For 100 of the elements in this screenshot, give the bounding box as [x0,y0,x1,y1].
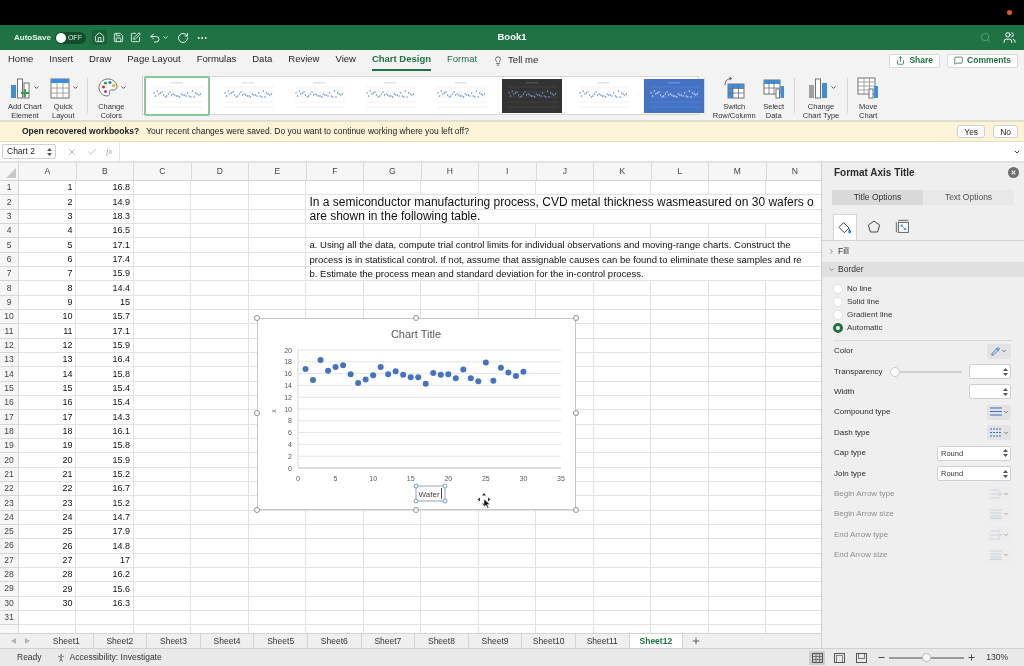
table-cell-text: 27 [61,553,74,567]
close-icon[interactable] [1008,166,1019,178]
accessibility-button[interactable]: Accessibility: Investigate [55,651,162,664]
view-button[interactable] [853,650,870,665]
radio-option[interactable]: Gradient line [822,308,1024,321]
column-header[interactable]: B [76,163,134,180]
column-header[interactable]: C [134,163,192,180]
table-cell-text: 2 [66,195,74,209]
zoom-in-icon[interactable] [967,653,977,662]
stepper-arrows-icon[interactable] [1003,387,1008,396]
property-label: Cap type [834,447,867,460]
zoom-slider-track[interactable] [889,653,965,662]
stepper-arrows-icon[interactable] [1003,449,1008,458]
column-header[interactable]: M [709,163,767,180]
spin-field[interactable] [969,364,1011,380]
column-header[interactable]: K [594,163,652,180]
radio-option[interactable]: No line [822,282,1024,295]
notification-button[interactable]: No [993,125,1018,138]
ribbon-tab[interactable]: View [335,50,356,71]
share-button[interactable]: Share [889,53,941,68]
line-style-button[interactable] [987,425,1011,441]
save-icon[interactable] [112,32,124,43]
resize-handle[interactable] [413,315,419,321]
section-header[interactable]: Fill [822,244,1024,259]
triangle-left-icon[interactable] [10,638,16,644]
autosave-label: AutoSave [14,31,51,44]
column-header[interactable]: E [249,163,307,180]
column-header[interactable]: I [479,163,537,180]
column-header[interactable]: J [536,163,594,180]
table-cell-text: 15.2 [111,467,131,481]
cross-icon[interactable] [67,146,77,157]
column-header[interactable]: F [306,163,364,180]
column-header[interactable]: L [651,163,709,180]
stepper-arrows-icon[interactable] [1003,469,1008,478]
comment-icon [954,56,964,65]
ribbon-tab[interactable]: Review [288,50,320,71]
table-cell-text: 8 [66,281,74,295]
color-picker-button[interactable] [987,343,1011,359]
stepper-arrows-icon[interactable] [1003,367,1008,376]
spin-field[interactable] [969,384,1011,400]
row-header[interactable]: 29 [0,582,19,597]
lightbulb-icon [493,55,504,66]
table-cell-text: 16 [61,396,74,410]
undo-icon[interactable] [148,31,161,44]
radio-option[interactable]: Automatic [822,321,1024,334]
slider-track[interactable] [890,366,962,377]
option-tab[interactable]: Text Options [923,190,1014,205]
ribbon-tab[interactable]: Draw [89,50,112,71]
data-point [317,357,324,364]
ribbon-tab[interactable]: Insert [49,50,74,71]
stepper-arrows-icon[interactable] [47,147,52,156]
view-button[interactable] [809,650,826,665]
resize-handle[interactable] [254,315,260,321]
caret-icon [1002,409,1009,416]
row-header[interactable]: 26 [0,539,19,554]
plus-icon[interactable] [691,636,702,646]
column-header[interactable]: H [421,163,479,180]
ribbon-tab[interactable]: Home [8,50,34,71]
notification-button[interactable]: Yes [957,125,986,138]
comments-button[interactable]: Comments [947,53,1018,68]
resize-handle[interactable] [573,410,579,416]
resize-handle[interactable] [573,315,579,321]
resize-handle[interactable] [413,507,419,513]
caret-icon [1002,490,1009,497]
ribbon-tab[interactable]: Page Layout [127,50,181,71]
property-label: End Arrow type [834,528,889,541]
column-header[interactable]: D [191,163,249,180]
resize-handle[interactable] [254,410,260,416]
table-cell-text: 17.1 [111,324,131,338]
column-header[interactable]: A [19,163,77,180]
zoom-slider-thumb[interactable] [922,653,932,662]
tell-me-button[interactable]: Tell me [493,53,539,68]
ribbon-tab[interactable]: Data [252,50,273,71]
sheet-tab[interactable]: Sheet12 [629,634,684,648]
search-icon[interactable] [980,32,991,43]
ribbon-tab[interactable]: Formulas [196,50,237,71]
row-header[interactable]: 1 [0,181,19,196]
view-button[interactable] [831,650,848,665]
home-icon[interactable] [91,30,107,45]
resize-handle[interactable] [573,507,579,513]
fill-line-tab[interactable] [833,214,857,240]
axis-title-field[interactable]: Wafer [413,483,448,504]
table-cell-text: 15.7 [111,310,131,324]
line-style-button[interactable] [987,404,1011,420]
name-box[interactable]: Chart 2 [2,144,56,159]
edit-icon[interactable] [129,32,141,43]
resize-handle[interactable] [254,507,260,513]
column-header[interactable]: G [364,163,422,180]
ribbon-tab[interactable]: Format [447,50,478,71]
check-icon[interactable] [87,146,97,157]
people-icon[interactable] [1003,31,1016,44]
slider-thumb[interactable] [890,366,900,377]
triangle-right-icon[interactable] [24,638,30,644]
redo-icon[interactable] [176,31,189,44]
radio-icon[interactable] [833,322,843,333]
radio-option[interactable]: Solid line [822,295,1024,308]
option-tab[interactable]: Title Options [832,190,923,205]
data-point [302,365,309,372]
section-header[interactable]: Border [822,262,1024,277]
zoom-percentage[interactable]: 130% [986,651,1008,664]
